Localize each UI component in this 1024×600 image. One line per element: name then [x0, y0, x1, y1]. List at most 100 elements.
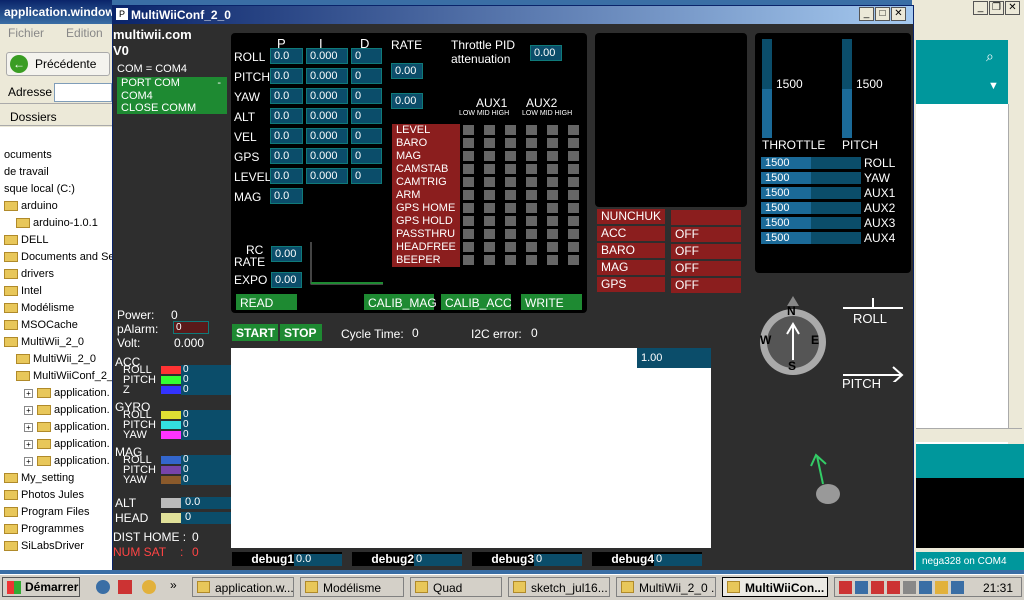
- aux-checkbox[interactable]: [505, 216, 516, 226]
- write-button[interactable]: WRITE: [521, 294, 582, 310]
- dropdown-icon[interactable]: ▼: [988, 80, 999, 92]
- aux-checkbox[interactable]: [463, 255, 474, 265]
- aux-checkbox[interactable]: [547, 203, 558, 213]
- quicklaunch-v-icon[interactable]: [118, 580, 132, 594]
- tpa-field[interactable]: 0.00: [530, 45, 562, 61]
- aux-checkbox[interactable]: [526, 151, 537, 161]
- aux-checkbox[interactable]: [526, 203, 537, 213]
- aux-checkbox[interactable]: [547, 255, 558, 265]
- pid-i-field[interactable]: 0.000: [306, 168, 348, 184]
- pid-i-field[interactable]: 0.000: [306, 128, 348, 144]
- aux-checkbox[interactable]: [505, 203, 516, 213]
- aux-checkbox[interactable]: [463, 190, 474, 200]
- tree-item[interactable]: + application.: [24, 436, 110, 452]
- aux-checkbox[interactable]: [484, 190, 495, 200]
- bg-vscroll[interactable]: [1008, 104, 1022, 428]
- expand-icon[interactable]: +: [24, 439, 33, 449]
- tray-icon-1[interactable]: [839, 581, 852, 594]
- tree-item[interactable]: Program Files: [4, 504, 89, 520]
- pid-d-field[interactable]: 0: [351, 148, 382, 164]
- pid-d-field[interactable]: 0: [351, 68, 382, 84]
- aux-checkbox[interactable]: [463, 138, 474, 148]
- bg-hscroll[interactable]: [916, 428, 1022, 442]
- aux-checkbox[interactable]: [505, 138, 516, 148]
- task-button[interactable]: sketch_jul16...: [508, 577, 610, 597]
- aux-checkbox[interactable]: [526, 190, 537, 200]
- aux-checkbox[interactable]: [547, 216, 558, 226]
- aux-checkbox[interactable]: [568, 138, 579, 148]
- close-icon[interactable]: ✕: [891, 7, 906, 21]
- tree-item[interactable]: MultiWiiConf_2_: [16, 368, 112, 384]
- window-title[interactable]: MultiWiiConf_2_0: [113, 6, 913, 24]
- pid-i-field[interactable]: 0.000: [306, 108, 348, 124]
- aux-checkbox[interactable]: [463, 164, 474, 174]
- tree-item[interactable]: arduino: [4, 198, 58, 214]
- tray-icon-5[interactable]: [903, 581, 916, 594]
- tree-item[interactable]: drivers: [4, 266, 54, 282]
- aux-checkbox[interactable]: [568, 125, 579, 135]
- aux-checkbox[interactable]: [463, 203, 474, 213]
- address-input[interactable]: C:\Mult: [54, 83, 112, 102]
- maximize-icon[interactable]: □: [875, 7, 890, 21]
- close-icon[interactable]: ✕: [1005, 1, 1020, 15]
- tree-item[interactable]: DELL: [4, 232, 49, 248]
- aux-checkbox[interactable]: [526, 125, 537, 135]
- tree-item[interactable]: Photos Jules: [4, 487, 84, 503]
- tree-item[interactable]: sque local (C:): [4, 181, 75, 197]
- aux-checkbox[interactable]: [463, 216, 474, 226]
- pid-p-field[interactable]: 0.0: [270, 88, 303, 104]
- aux-checkbox[interactable]: [484, 203, 495, 213]
- aux-checkbox[interactable]: [463, 151, 474, 161]
- tray-icon-4[interactable]: [887, 581, 900, 594]
- aux-checkbox[interactable]: [505, 229, 516, 239]
- aux-checkbox[interactable]: [568, 229, 579, 239]
- tree-item[interactable]: + application.: [24, 453, 110, 469]
- rc-rate-field[interactable]: 0.00: [271, 246, 302, 262]
- tree-item[interactable]: MSOCache: [4, 317, 78, 333]
- palarm-field[interactable]: 0: [173, 321, 209, 334]
- tree-item[interactable]: Programmes: [4, 521, 84, 537]
- minimize-icon[interactable]: _: [859, 7, 874, 21]
- aux-checkbox[interactable]: [526, 216, 537, 226]
- pid-p-field[interactable]: 0.0: [270, 128, 303, 144]
- aux-checkbox[interactable]: [547, 138, 558, 148]
- pid-p-field[interactable]: 0.0: [270, 168, 303, 184]
- aux-checkbox[interactable]: [568, 164, 579, 174]
- aux-checkbox[interactable]: [547, 125, 558, 135]
- stop-button[interactable]: STOP: [280, 324, 322, 341]
- tree-item[interactable]: arduino-1.0.1: [16, 215, 98, 231]
- aux-checkbox[interactable]: [463, 177, 474, 187]
- minimize-icon[interactable]: _: [973, 1, 988, 15]
- pid-d-field[interactable]: 0: [351, 88, 382, 104]
- aux-checkbox[interactable]: [463, 125, 474, 135]
- aux-checkbox[interactable]: [505, 164, 516, 174]
- aux-checkbox[interactable]: [547, 177, 558, 187]
- folder-tree[interactable]: ocuments de travail sque local (C:) arduino…: [0, 127, 112, 570]
- aux-checkbox[interactable]: [526, 255, 537, 265]
- expand-icon[interactable]: +: [24, 422, 33, 432]
- aux-checkbox[interactable]: [505, 255, 516, 265]
- pid-d-field[interactable]: 0: [351, 168, 382, 184]
- expand-icon[interactable]: +: [24, 405, 33, 415]
- tree-item[interactable]: + application.: [24, 419, 110, 435]
- aux-checkbox[interactable]: [547, 164, 558, 174]
- aux-checkbox[interactable]: [505, 177, 516, 187]
- rate-yaw-field[interactable]: 0.00: [391, 93, 423, 109]
- aux-checkbox[interactable]: [526, 242, 537, 252]
- quicklaunch-ie-icon[interactable]: [96, 580, 110, 594]
- menu-edition[interactable]: Edition: [66, 26, 103, 40]
- expand-icon[interactable]: +: [24, 456, 33, 466]
- aux-checkbox[interactable]: [484, 151, 495, 161]
- tray-icon-8[interactable]: [951, 581, 964, 594]
- aux-checkbox[interactable]: [568, 203, 579, 213]
- aux-checkbox[interactable]: [568, 242, 579, 252]
- tree-item[interactable]: Modélisme: [4, 300, 74, 316]
- aux-checkbox[interactable]: [526, 164, 537, 174]
- tree-item[interactable]: + application.: [24, 385, 110, 401]
- aux-checkbox[interactable]: [484, 216, 495, 226]
- calib-acc-button[interactable]: CALIB_ACC: [441, 294, 512, 310]
- aux-checkbox[interactable]: [484, 125, 495, 135]
- pid-d-field[interactable]: 0: [351, 108, 382, 124]
- calib-mag-button[interactable]: CALIB_MAG: [364, 294, 437, 310]
- aux-checkbox[interactable]: [484, 177, 495, 187]
